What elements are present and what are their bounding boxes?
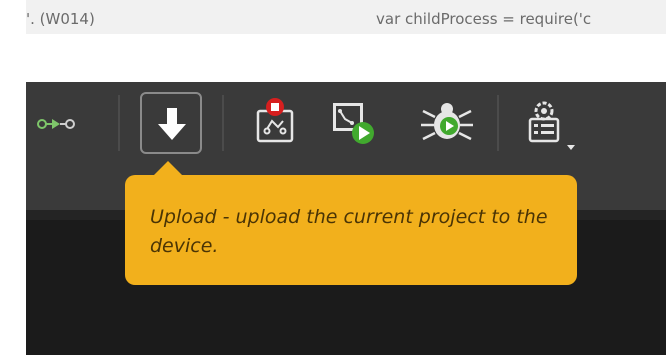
stop-app-button[interactable]	[248, 93, 308, 153]
upload-tooltip: Upload - upload the current project to t…	[125, 175, 577, 285]
toolbar-separator	[118, 95, 120, 151]
toolbar-separator	[497, 95, 499, 151]
toolbar-separator	[222, 95, 224, 151]
upload-button[interactable]	[140, 92, 202, 154]
run-app-button[interactable]	[325, 93, 385, 153]
debug-button[interactable]	[415, 93, 475, 153]
tooltip-text: Upload - upload the current project to t…	[150, 206, 548, 257]
editor-top-strip: '. (W014) var childProcess = require('c	[26, 0, 666, 34]
connection-button[interactable]	[30, 93, 90, 153]
tooltip-arrow	[153, 161, 183, 176]
editor-warning-text: '. (W014)	[26, 10, 95, 28]
editor-code-line: var childProcess = require('c	[376, 10, 592, 28]
settings-button[interactable]	[520, 93, 580, 153]
